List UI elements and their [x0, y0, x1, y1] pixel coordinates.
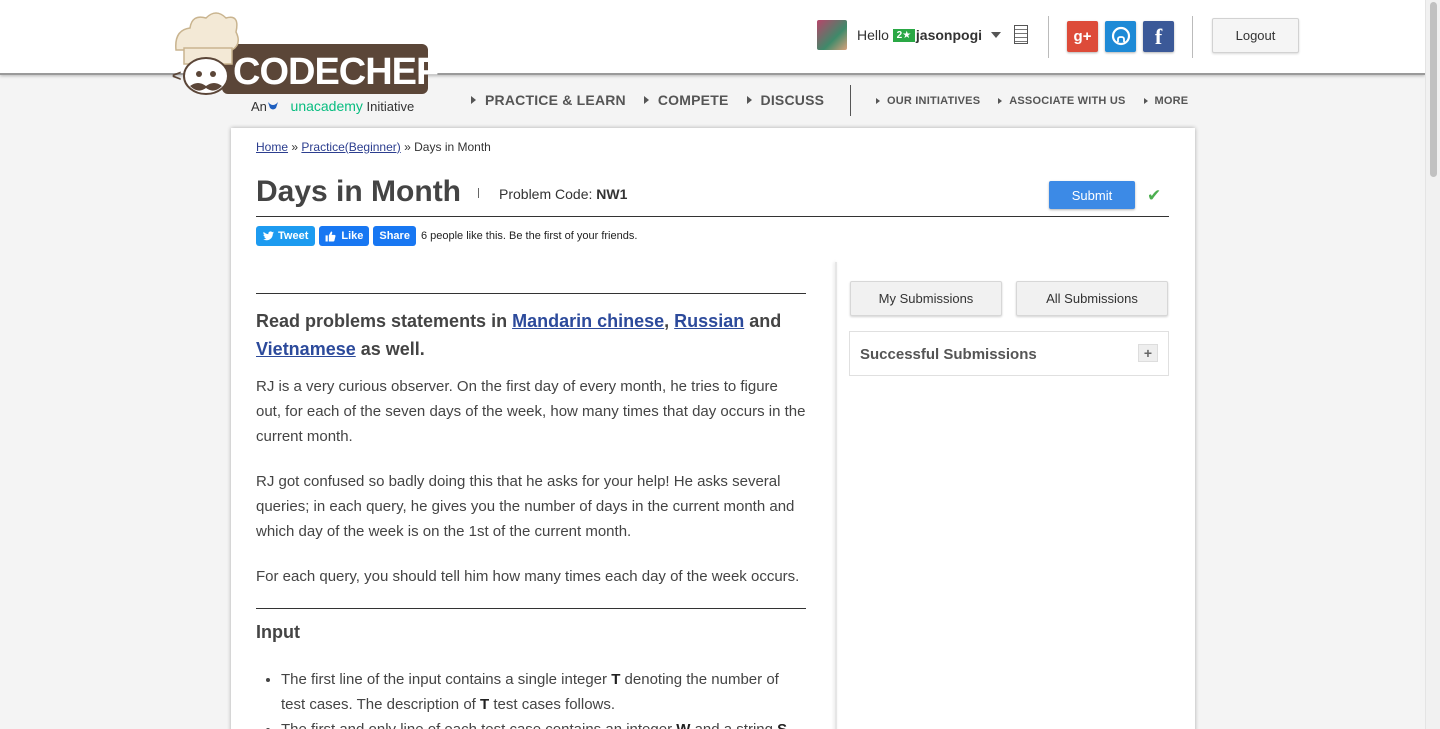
tweet-button[interactable]: Tweet	[256, 226, 316, 246]
list-text: The first and only line of each test cas…	[281, 721, 672, 729]
submit-button[interactable]: Submit	[1049, 181, 1135, 209]
list-variable: W	[676, 721, 690, 729]
header-divider	[1048, 16, 1049, 58]
share-label: Share	[379, 230, 410, 242]
language-note-suffix: as well.	[360, 339, 425, 359]
nav-label: COMPETE	[657, 92, 729, 108]
github-icon[interactable]	[1105, 21, 1136, 52]
primary-nav: PRACTICE & LEARN COMPETE DISCUSS	[471, 92, 842, 108]
share-row: Tweet Like Share 6 people like this. Be …	[256, 226, 637, 246]
my-submissions-button[interactable]: My Submissions	[850, 281, 1002, 316]
breadcrumb-practice-link[interactable]: Practice(Beginner)	[301, 140, 400, 154]
successful-submissions-panel[interactable]: Successful Submissions +	[849, 331, 1169, 376]
nav-divider	[850, 85, 851, 116]
nav-label: ASSOCIATE WITH US	[1009, 95, 1126, 107]
scrollbar-thumb[interactable]	[1430, 2, 1437, 177]
language-note-and: and	[749, 311, 782, 331]
nav-label: DISCUSS	[760, 92, 825, 108]
expand-plus-icon[interactable]: +	[1138, 344, 1158, 362]
list-variable: T	[480, 696, 490, 713]
list-variable: T	[611, 671, 621, 688]
facebook-like-button[interactable]: Like	[319, 226, 370, 246]
statement-paragraph-2: RJ got confused so badly doing this that…	[256, 473, 795, 540]
logo-wordmark: CODECHEF	[233, 51, 439, 93]
page-scrollbar[interactable]	[1425, 0, 1440, 729]
svg-text:<: <	[172, 68, 181, 85]
problem-code: Problem Code: NW1	[499, 186, 627, 202]
facebook-share-button[interactable]: Share	[373, 226, 416, 246]
nav-practice-learn[interactable]: PRACTICE & LEARN	[471, 92, 626, 108]
russian-link[interactable]: Russian	[674, 311, 744, 331]
column-divider	[835, 262, 837, 729]
page-title: Days in Month	[256, 175, 462, 208]
title-divider	[478, 188, 479, 198]
list-text: The first line of the input contains a s…	[281, 671, 608, 688]
problem-code-label: Problem Code:	[499, 186, 593, 202]
rating-star-badge: 2★	[892, 28, 915, 42]
nav-label: MORE	[1154, 95, 1189, 107]
nav-label: PRACTICE & LEARN	[485, 92, 626, 108]
caret-right-icon	[643, 96, 649, 104]
nav-compete[interactable]: COMPETE	[643, 92, 729, 108]
avatar[interactable]	[817, 20, 847, 50]
statement-paragraph-3: For each query, you should tell him how …	[256, 568, 800, 585]
logo-tagline-suffix: Initiative	[366, 99, 415, 114]
vietnamese-link[interactable]: Vietnamese	[256, 339, 356, 359]
language-note: Read problems statements in Mandarin chi…	[256, 307, 807, 363]
language-note-prefix: Read problems statements in	[256, 311, 508, 331]
caret-right-icon	[1143, 98, 1148, 104]
list-item: The first and only line of each test cas…	[281, 717, 807, 729]
input-list: The first line of the input contains a s…	[256, 667, 807, 729]
caret-right-icon	[876, 98, 880, 104]
title-rule	[256, 216, 1169, 217]
unacademy-brand: unacademy	[290, 98, 363, 114]
nav-associate-with-us[interactable]: ASSOCIATE WITH US	[998, 95, 1125, 107]
input-section-title: Input	[256, 622, 300, 642]
twitter-icon	[263, 231, 274, 241]
nav-discuss[interactable]: DISCUSS	[746, 92, 825, 108]
user-menu[interactable]: Hello 2★ jasonpogi	[817, 20, 1002, 50]
nav-label: OUR INITIATIVES	[887, 95, 981, 107]
successful-submissions-title: Successful Submissions	[860, 346, 1037, 363]
list-text: and a string	[695, 721, 773, 729]
logo-tagline-prefix: An	[251, 99, 267, 114]
logout-button[interactable]: Logout	[1212, 18, 1299, 53]
thumbs-up-icon	[325, 231, 336, 241]
language-note-comma: ,	[664, 311, 670, 331]
breadcrumb-home-link[interactable]: Home	[256, 140, 288, 154]
nav-our-initiatives[interactable]: OUR INITIATIVES	[876, 95, 980, 107]
section-rule	[256, 608, 806, 609]
nav-more[interactable]: MORE	[1143, 95, 1189, 107]
like-count-text: 6 people like this. Be the first of your…	[420, 230, 638, 242]
list-item: The first line of the input contains a s…	[281, 667, 807, 717]
caret-right-icon	[746, 96, 752, 104]
hello-text: Hello	[857, 27, 889, 43]
notes-icon[interactable]	[1014, 25, 1028, 44]
header-divider	[1192, 16, 1193, 58]
problem-code-value: NW1	[596, 186, 628, 202]
facebook-icon[interactable]: f	[1143, 21, 1174, 52]
solved-check-icon: ✔	[1147, 186, 1162, 205]
tweet-label: Tweet	[278, 230, 309, 242]
problem-card: Home » Practice(Beginner) » Days in Mont…	[231, 128, 1195, 729]
secondary-nav: OUR INITIATIVES ASSOCIATE WITH US MORE	[876, 95, 1206, 107]
logo-tagline: An unacademy Initiative	[251, 98, 414, 114]
breadcrumb-separator: »	[404, 140, 411, 154]
list-variable: S	[777, 721, 787, 729]
section-rule	[256, 293, 806, 294]
breadcrumb: Home » Practice(Beginner) » Days in Mont…	[256, 140, 491, 154]
like-label: Like	[341, 230, 364, 242]
breadcrumb-current: Days in Month	[414, 140, 491, 154]
statement-paragraph-1: RJ is a very curious observer. On the fi…	[256, 378, 806, 445]
chevron-down-icon[interactable]	[991, 32, 1002, 38]
username[interactable]: jasonpogi	[916, 27, 982, 43]
caret-right-icon	[998, 98, 1003, 104]
breadcrumb-separator: »	[291, 140, 299, 154]
all-submissions-button[interactable]: All Submissions	[1016, 281, 1168, 316]
problem-statement: Read problems statements in Mandarin chi…	[256, 262, 807, 729]
mandarin-link[interactable]: Mandarin chinese	[512, 311, 664, 331]
list-text: test cases follows.	[493, 696, 616, 713]
google-plus-icon[interactable]: g+	[1067, 21, 1098, 52]
caret-right-icon	[471, 96, 476, 104]
